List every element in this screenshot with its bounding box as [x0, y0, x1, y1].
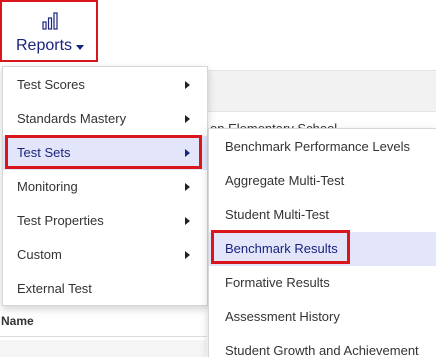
reports-label-wrap: Reports: [16, 37, 85, 55]
menu-item-label: Test Properties: [17, 213, 104, 228]
menu-item-label: Custom: [17, 247, 62, 262]
table-row: [0, 340, 206, 357]
page: on Elementary School Name Reports Test S…: [0, 0, 436, 357]
reports-dropdown-menu: Test Scores Standards Mastery Test Sets …: [2, 66, 208, 306]
chevron-right-icon: [185, 81, 190, 89]
submenu-item-label: Assessment History: [225, 309, 340, 324]
submenu-item-label: Benchmark Performance Levels: [225, 139, 410, 154]
submenu-item-label: Aggregate Multi-Test: [225, 173, 345, 188]
chevron-right-icon: [185, 217, 190, 225]
menu-item-standards-mastery[interactable]: Standards Mastery: [3, 102, 207, 136]
submenu-item-assessment-history[interactable]: Assessment History: [209, 300, 436, 334]
menu-item-label: Standards Mastery: [17, 111, 127, 126]
table-header-name: Name: [0, 308, 207, 337]
caret-down-icon: [76, 44, 85, 50]
menu-item-label: Monitoring: [17, 179, 78, 194]
menu-item-test-scores[interactable]: Test Scores: [3, 68, 207, 102]
menu-item-label: External Test: [17, 281, 92, 296]
menu-item-label: Test Scores: [17, 77, 85, 92]
submenu-item-student-multi-test[interactable]: Student Multi-Test: [209, 198, 436, 232]
menu-item-test-properties[interactable]: Test Properties: [3, 204, 207, 238]
menu-item-custom[interactable]: Custom: [3, 238, 207, 272]
chevron-right-icon: [185, 115, 190, 123]
submenu-item-aggregate-multi-test[interactable]: Aggregate Multi-Test: [209, 164, 436, 198]
submenu-item-label: Student Growth and Achievement: [225, 343, 419, 357]
submenu-item-benchmark-performance-levels[interactable]: Benchmark Performance Levels: [209, 130, 436, 164]
benchmark-results-highlight: [211, 230, 350, 264]
submenu-item-formative-results[interactable]: Formative Results: [209, 266, 436, 300]
menu-item-monitoring[interactable]: Monitoring: [3, 170, 207, 204]
test-sets-highlight: [5, 135, 202, 169]
reports-nav-button[interactable]: Reports: [0, 0, 98, 62]
menu-item-external-test[interactable]: External Test: [3, 272, 207, 306]
chevron-right-icon: [185, 183, 190, 191]
background-header-band: [208, 70, 436, 112]
submenu-item-label: Student Multi-Test: [225, 207, 330, 222]
submenu-item-label: Formative Results: [225, 275, 330, 290]
bar-chart-icon: [42, 12, 58, 30]
reports-label: Reports: [16, 37, 73, 54]
submenu-item-student-growth-and-achievement[interactable]: Student Growth and Achievement: [209, 334, 436, 357]
chevron-right-icon: [185, 251, 190, 259]
